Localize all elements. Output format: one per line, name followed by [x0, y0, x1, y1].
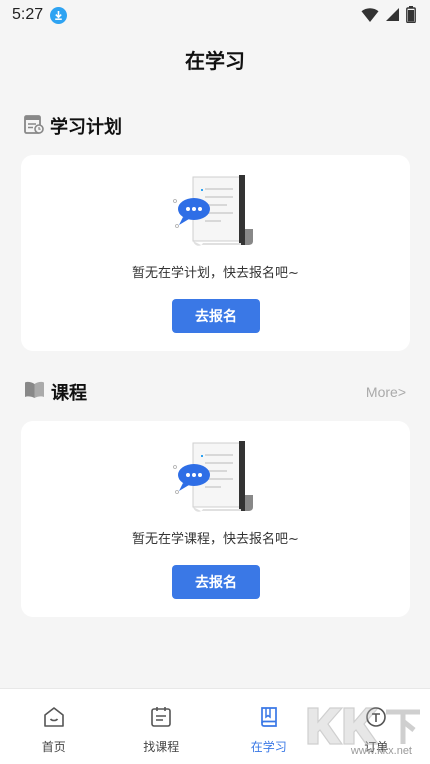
- battery-icon: [406, 6, 416, 27]
- study-plan-empty-text: 暂无在学计划，快去报名吧~: [132, 266, 299, 281]
- tab-find-courses-label: 找课程: [143, 740, 180, 754]
- courses-header: 课程 More>: [24, 380, 406, 404]
- calendar-icon: [149, 705, 173, 733]
- tab-find-courses[interactable]: 找课程: [108, 689, 216, 764]
- download-icon: [50, 6, 68, 24]
- study-plan-card: 暂无在学计划，快去报名吧~ 去报名: [21, 155, 410, 351]
- signal-icon: [385, 7, 400, 26]
- courses-more-link[interactable]: More>: [366, 384, 406, 400]
- book-icon: [24, 381, 45, 403]
- tab-home[interactable]: 首页: [0, 689, 108, 764]
- status-bar: 5:27: [0, 0, 430, 30]
- courses-empty-text: 暂无在学课程，快去报名吧~: [132, 532, 299, 547]
- watermark-url: www.kkx.net: [350, 745, 412, 757]
- study-plan-title: 学习计划: [50, 117, 122, 138]
- tab-home-label: 首页: [41, 740, 66, 754]
- home-icon: [42, 705, 66, 733]
- page-title: 在学习: [185, 49, 245, 73]
- book-icon: [257, 705, 281, 733]
- wifi-icon: [361, 7, 379, 27]
- status-time: 5:27: [12, 6, 44, 23]
- empty-state-illustration: [171, 171, 281, 251]
- courses-card: 暂无在学课程，快去报名吧~ 去报名: [21, 421, 410, 617]
- study-plan-header: 学习计划: [24, 114, 406, 138]
- empty-state-illustration: [171, 437, 281, 517]
- study-plan-signup-button[interactable]: 去报名: [172, 299, 260, 333]
- tab-studying-label: 在学习: [250, 740, 287, 754]
- study-plan-icon: [24, 114, 44, 138]
- courses-title: 课程: [51, 383, 87, 404]
- courses-signup-button[interactable]: 去报名: [172, 565, 260, 599]
